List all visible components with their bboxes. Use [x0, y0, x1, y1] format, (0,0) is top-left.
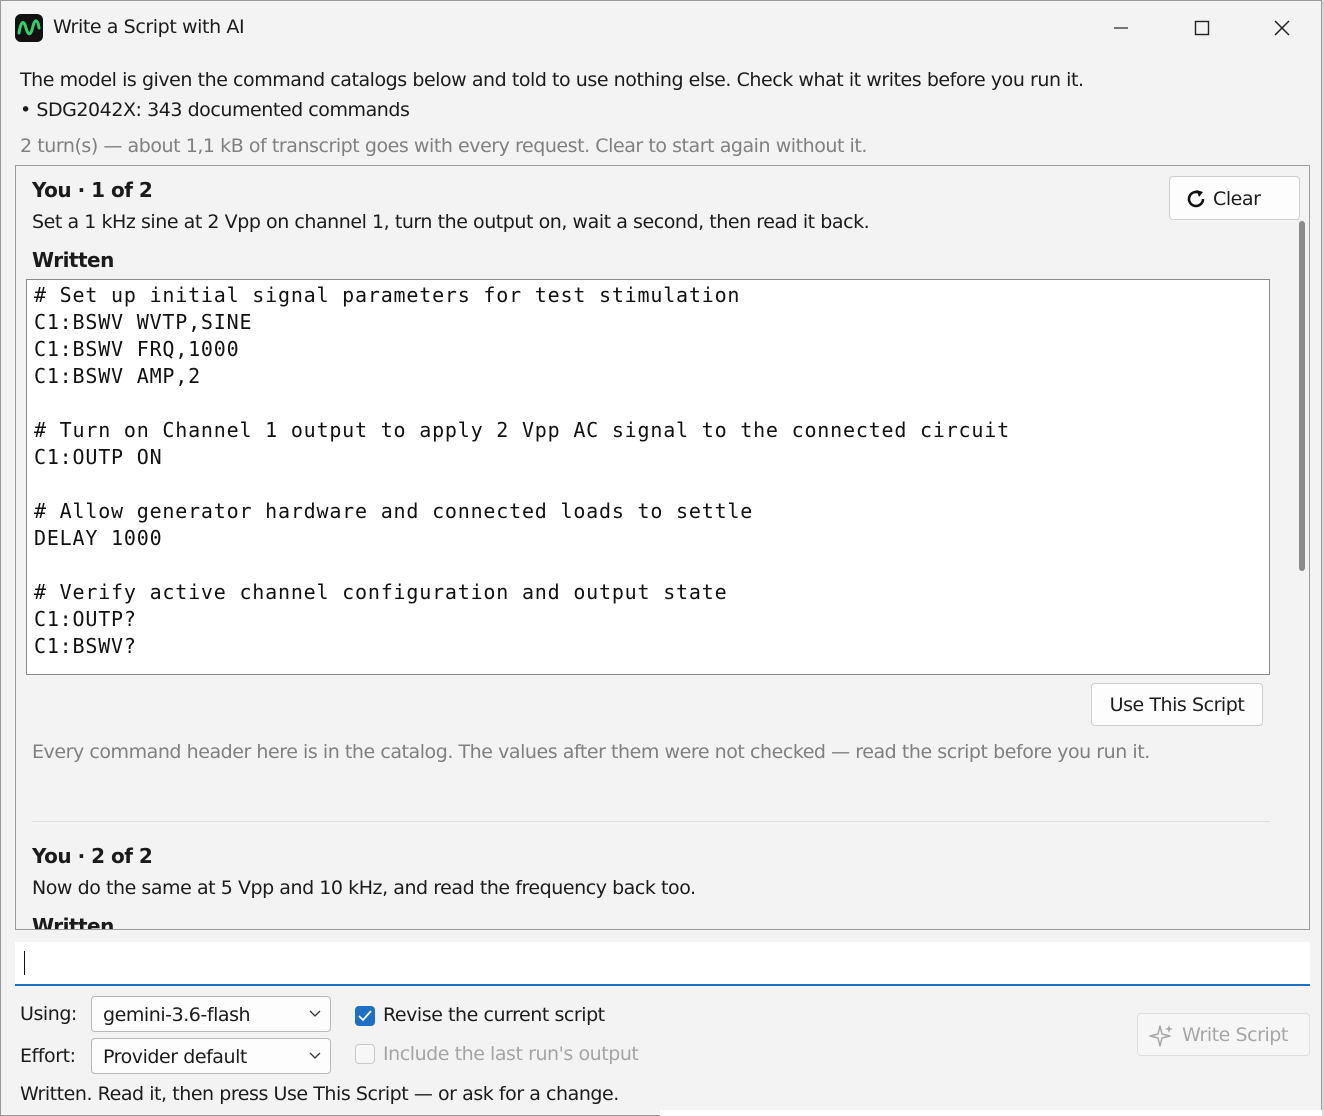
turn-2-prompt: Now do the same at 5 Vpp and 10 kHz, and…	[32, 877, 696, 899]
code-line: C1:BSWV WVTP,SINE	[34, 310, 253, 334]
window-title: Write a Script with AI	[53, 16, 245, 38]
conversation-panel[interactable]: You · 1 of 2 Set a 1 kHz sine at 2 Vpp o…	[15, 165, 1310, 930]
write-script-label: Write Script	[1182, 1024, 1288, 1046]
text-caret	[24, 951, 25, 975]
turn-divider	[32, 821, 1270, 822]
code-line: # Allow generator hardware and connected…	[34, 499, 754, 523]
prompt-input-box[interactable]	[15, 942, 1310, 986]
effort-select-value: Provider default	[103, 1046, 247, 1068]
background-window-strip	[660, 1110, 1324, 1116]
using-label: Using:	[20, 1003, 77, 1025]
include-output-checkbox[interactable]	[355, 1044, 375, 1064]
catalog-line: • SDG2042X: 343 documented commands	[20, 99, 410, 121]
turn-2-header: You · 2 of 2	[32, 844, 153, 868]
turn-1-header: You · 1 of 2	[32, 178, 153, 202]
revise-checkbox[interactable]	[355, 1006, 375, 1026]
code-line: # Verify active channel configuration an…	[34, 580, 728, 604]
code-line: C1:BSWV AMP,2	[34, 364, 201, 388]
effort-label: Effort:	[20, 1045, 76, 1067]
code-line: DELAY 1000	[34, 526, 163, 550]
turn-1-written-label: Written	[32, 248, 114, 272]
chat-scrollbar-thumb[interactable]	[1299, 221, 1305, 571]
revise-checkbox-label[interactable]: Revise the current script	[383, 1004, 605, 1026]
chat-scrollbar[interactable]	[1295, 166, 1309, 929]
code-line: C1:OUTP?	[34, 607, 137, 631]
code-line: C1:BSWV FRQ,1000	[34, 337, 240, 361]
close-icon	[1274, 20, 1290, 36]
transcript-note: 2 turn(s) — about 1,1 kB of transcript g…	[20, 135, 867, 157]
turn-1-prompt: Set a 1 kHz sine at 2 Vpp on channel 1, …	[32, 211, 870, 233]
model-info-text: The model is given the command catalogs …	[20, 69, 1084, 91]
clear-button-label: Clear	[1213, 188, 1261, 210]
status-text: Written. Read it, then press Use This Sc…	[20, 1083, 619, 1105]
prompt-input[interactable]	[27, 948, 1291, 980]
code-line: C1:OUTP ON	[34, 445, 163, 469]
code-line: C1:BSWV?	[34, 634, 137, 658]
sparkle-icon	[1149, 1025, 1173, 1047]
chevron-down-icon	[309, 1052, 321, 1059]
close-button[interactable]	[1242, 1, 1321, 55]
maximize-icon	[1194, 20, 1210, 36]
title-bar: Write a Script with AI	[1, 1, 1321, 55]
script-code-box[interactable]: # Set up initial signal parameters for t…	[26, 279, 1270, 675]
maximize-button[interactable]	[1162, 1, 1242, 55]
use-this-script-label: Use This Script	[1109, 694, 1245, 716]
checkmark-icon	[358, 1010, 372, 1022]
chevron-down-icon	[309, 1010, 321, 1017]
validation-note: Every command header here is in the cata…	[32, 741, 1150, 763]
ai-script-window: Write a Script with AI The model is give…	[0, 0, 1322, 1116]
include-output-label[interactable]: Include the last run's output	[383, 1043, 639, 1065]
minimize-button[interactable]	[1081, 1, 1161, 55]
effort-select[interactable]: Provider default	[91, 1038, 331, 1074]
use-this-script-button[interactable]: Use This Script	[1091, 683, 1263, 726]
code-line: # Turn on Channel 1 output to apply 2 Vp…	[34, 418, 1010, 442]
minimize-icon	[1114, 27, 1128, 29]
code-line: # Set up initial signal parameters for t…	[34, 283, 741, 307]
model-select-value: gemini-3.6-flash	[103, 1004, 251, 1026]
waveform-app-icon	[15, 14, 43, 42]
refresh-icon	[1187, 190, 1205, 208]
clear-button[interactable]: Clear	[1169, 176, 1300, 220]
model-select[interactable]: gemini-3.6-flash	[91, 996, 331, 1032]
turn-2-written-label: Written	[32, 914, 114, 930]
write-script-button[interactable]: Write Script	[1137, 1013, 1310, 1056]
